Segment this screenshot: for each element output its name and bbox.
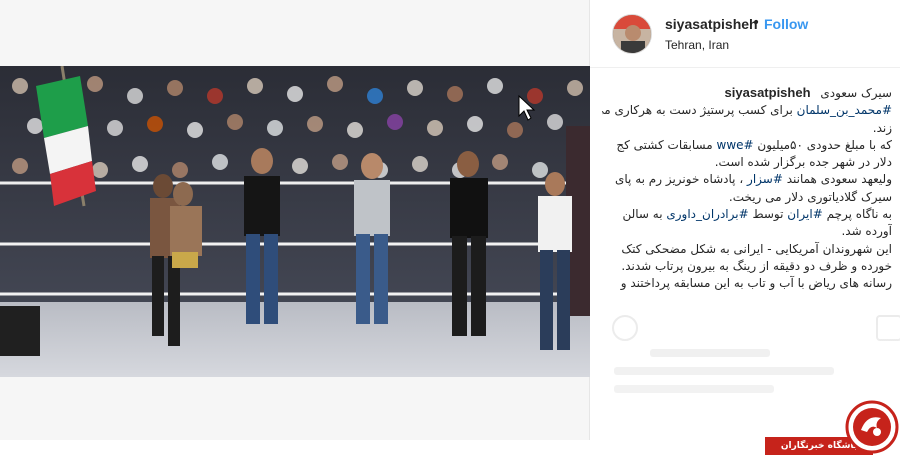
brand-logo-icon: [845, 400, 899, 457]
caption-line: سیرک گلادیاتوری دلار می ریخت.: [728, 189, 892, 204]
caption-title: سیرک سعودی: [820, 86, 892, 100]
hashtag-link[interactable]: #سزار: [747, 172, 783, 186]
hashtag-link[interactable]: #ایران: [787, 207, 823, 221]
caption-line: ولیعهد سعودی همانند #سزار ، پادشاه خونری…: [615, 172, 892, 187]
instagram-post: siyasatpisheh • Follow Tehran, Iran siya…: [0, 0, 900, 457]
post-location[interactable]: Tehran, Iran: [665, 38, 729, 52]
caption-line: دلار در شهر جده برگزار شده است.: [714, 155, 892, 170]
caption-line: #محمد_بن_سلمان برای کسب پرستیژ دست به هر…: [602, 103, 892, 118]
post-sidebar: siyasatpisheh • Follow Tehran, Iran siya…: [590, 0, 900, 457]
separator-dot: •: [752, 15, 761, 31]
post-username[interactable]: siyasatpisheh: [665, 16, 758, 32]
hashtag-link[interactable]: #wwe: [717, 138, 754, 152]
follow-button[interactable]: Follow: [764, 16, 808, 32]
hashtag-link[interactable]: #برادران_داوری: [666, 207, 748, 221]
profile-photo-icon: [613, 15, 651, 53]
caption-line: زند.: [872, 120, 892, 135]
post-photo[interactable]: [0, 66, 590, 377]
hashtag-link[interactable]: #محمد_بن_سلمان: [797, 103, 892, 117]
caption-line: این شهروندان آمریکایی - ایرانی به شکل مض…: [621, 241, 892, 256]
caption-line: آورده شد.: [841, 224, 892, 239]
caption-line: خورده و ظرف دو دقیقه از رینگ به بیرون پر…: [621, 258, 892, 273]
post-caption: siyasatpisheh سیرک سعودی #محمد_بن_سلمان …: [602, 84, 892, 293]
post-header: siyasatpisheh • Follow Tehran, Iran: [590, 0, 900, 68]
watermark: باشگاه خبرنگاران: [765, 400, 900, 457]
avatar[interactable]: [612, 14, 652, 54]
media-panel: [0, 0, 590, 440]
caption-username[interactable]: siyasatpisheh: [725, 85, 811, 100]
wrestling-ring-photo: [0, 66, 590, 377]
caption-line: به ناگاه پرچم #ایران توسط #برادران_داوری…: [622, 207, 892, 222]
caption-line: رسانه های ریاض با آب و تاب به این مسابقه…: [620, 276, 892, 291]
caption-line: که با مبلغ حدودی ۵۰میلیون #wwe مسابقات ک…: [616, 137, 892, 152]
caption-title-line: siyasatpisheh سیرک سعودی: [602, 84, 892, 102]
